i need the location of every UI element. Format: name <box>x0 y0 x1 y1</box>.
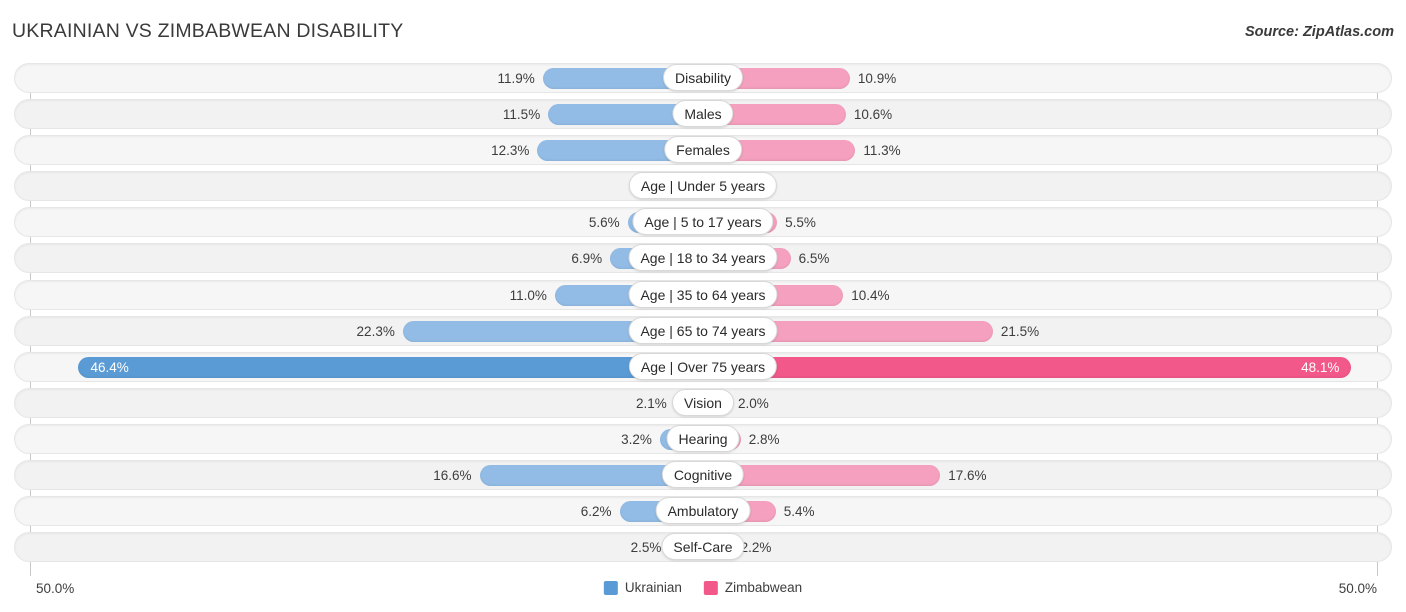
bar-ukrainian[interactable] <box>78 356 703 378</box>
value-label-zimbabwean: 48.1% <box>1301 359 1340 375</box>
chart-row[interactable]: 1.3%1.2%Age | Under 5 years <box>0 168 1406 204</box>
chart-row[interactable]: 3.2% 2.8% Hearing <box>0 421 1406 457</box>
chart-row[interactable]: 12.3% 11.3% Females <box>0 132 1406 168</box>
legend-label: Zimbabwean <box>724 580 803 595</box>
value-label-zimbabwean: 6.5% <box>798 251 830 267</box>
value-label-ukrainian: 11.5% <box>502 107 541 123</box>
value-label-ukrainian: 6.9% <box>571 251 603 267</box>
row-label-pill: Hearing <box>666 424 740 452</box>
value-label-zimbabwean: 10.6% <box>853 107 893 123</box>
value-label-zimbabwean: 11.3% <box>863 143 901 159</box>
row-label-pill: Females <box>664 136 742 164</box>
diverging-bar-chart: 11.9% 10.9% Disability 11.5% 10.6% Males 12.3%… <box>0 60 1406 576</box>
value-label-ukrainian: 11.9% <box>497 71 535 86</box>
value-label-ukrainian: 6.2% <box>580 504 612 520</box>
legend-item[interactable]: Ukrainian <box>603 580 682 595</box>
row-label-pill: Age | 5 to 17 years <box>632 208 774 236</box>
chart-row[interactable]: 5.6% 5.5% Age | 5 to 17 years <box>0 204 1406 240</box>
chart-footer: 50.0% 50.0% Ukrainian Zimbabwean <box>0 572 1406 612</box>
row-label-pill: Age | Under 5 years <box>628 172 778 200</box>
value-label-zimbabwean: 5.5% <box>785 215 816 231</box>
value-label-zimbabwean: 10.4% <box>851 287 890 303</box>
chart-row[interactable]: 6.2% 5.4% Ambulatory <box>0 493 1406 529</box>
row-label-pill: Age | 18 to 34 years <box>628 244 778 272</box>
chart-row[interactable]: 11.9% 10.9% Disability <box>0 60 1406 96</box>
chart-row[interactable]: 11.0% 10.4% Age | 35 to 64 years <box>0 277 1406 313</box>
value-label-ukrainian: 46.4% <box>90 359 129 375</box>
row-label-pill: Males <box>672 100 734 128</box>
row-label-pill: Self-Care <box>661 533 745 561</box>
row-label-pill: Age | 65 to 74 years <box>628 316 778 344</box>
value-label-zimbabwean: 2.2% <box>740 540 772 556</box>
chart-row[interactable]: 46.4% 48.1% Age | Over 75 years <box>0 349 1406 385</box>
chart-row[interactable]: 16.6% 17.6% Cognitive <box>0 457 1406 493</box>
chart-row[interactable]: 22.3% 21.5% Age | 65 to 74 years <box>0 313 1406 349</box>
row-label-pill: Age | Over 75 years <box>628 352 778 380</box>
chart-row[interactable]: 2.1% 2.0% Vision <box>0 385 1406 421</box>
legend-item[interactable]: Zimbabwean <box>703 580 803 595</box>
value-label-ukrainian: 3.2% <box>621 431 652 447</box>
source-attribution: Source: ZipAtlas.com <box>1244 24 1394 40</box>
value-label-zimbabwean: 10.9% <box>857 71 897 86</box>
chart-rows: 11.9% 10.9% Disability 11.5% 10.6% Males 12.3%… <box>0 60 1406 565</box>
value-label-ukrainian: 2.5% <box>630 540 662 556</box>
page-title: UKRAINIAN VS ZIMBABWEAN DISABILITY <box>12 20 404 42</box>
value-label-zimbabwean: 2.0% <box>737 395 769 411</box>
value-label-ukrainian: 22.3% <box>356 323 395 339</box>
legend-swatch-icon <box>703 580 718 595</box>
bar-zimbabwean[interactable] <box>703 356 1352 378</box>
value-label-zimbabwean: 21.5% <box>1000 323 1040 339</box>
axis-max-right: 50.0% <box>1338 581 1377 596</box>
value-label-ukrainian: 12.3% <box>491 143 530 159</box>
value-label-ukrainian: 5.6% <box>588 215 620 231</box>
value-label-zimbabwean: 5.4% <box>783 504 815 520</box>
chart-page: UKRAINIAN VS ZIMBABWEAN DISABILITY Sourc… <box>0 0 1406 612</box>
value-label-ukrainian: 11.0% <box>509 287 547 303</box>
row-label-pill: Age | 35 to 64 years <box>628 280 778 308</box>
value-label-ukrainian: 2.1% <box>635 395 667 411</box>
row-label-pill: Ambulatory <box>655 497 751 525</box>
value-label-zimbabwean: 17.6% <box>948 468 987 484</box>
row-label-pill: Disability <box>662 64 744 91</box>
value-label-ukrainian: 16.6% <box>433 468 472 484</box>
chart-legend: Ukrainian Zimbabwean <box>603 580 803 595</box>
legend-swatch-icon <box>603 580 618 595</box>
value-label-zimbabwean: 2.8% <box>748 431 780 447</box>
axis-max-left: 50.0% <box>36 581 75 596</box>
row-label-pill: Vision <box>672 388 734 416</box>
chart-row[interactable]: 2.5% 2.2% Self-Care <box>0 529 1406 565</box>
row-label-pill: Cognitive <box>661 461 745 489</box>
chart-row[interactable]: 11.5% 10.6% Males <box>0 96 1406 132</box>
legend-label: Ukrainian <box>624 580 682 595</box>
page-header: UKRAINIAN VS ZIMBABWEAN DISABILITY Sourc… <box>0 0 1406 60</box>
chart-row[interactable]: 6.9% 6.5% Age | 18 to 34 years <box>0 240 1406 276</box>
